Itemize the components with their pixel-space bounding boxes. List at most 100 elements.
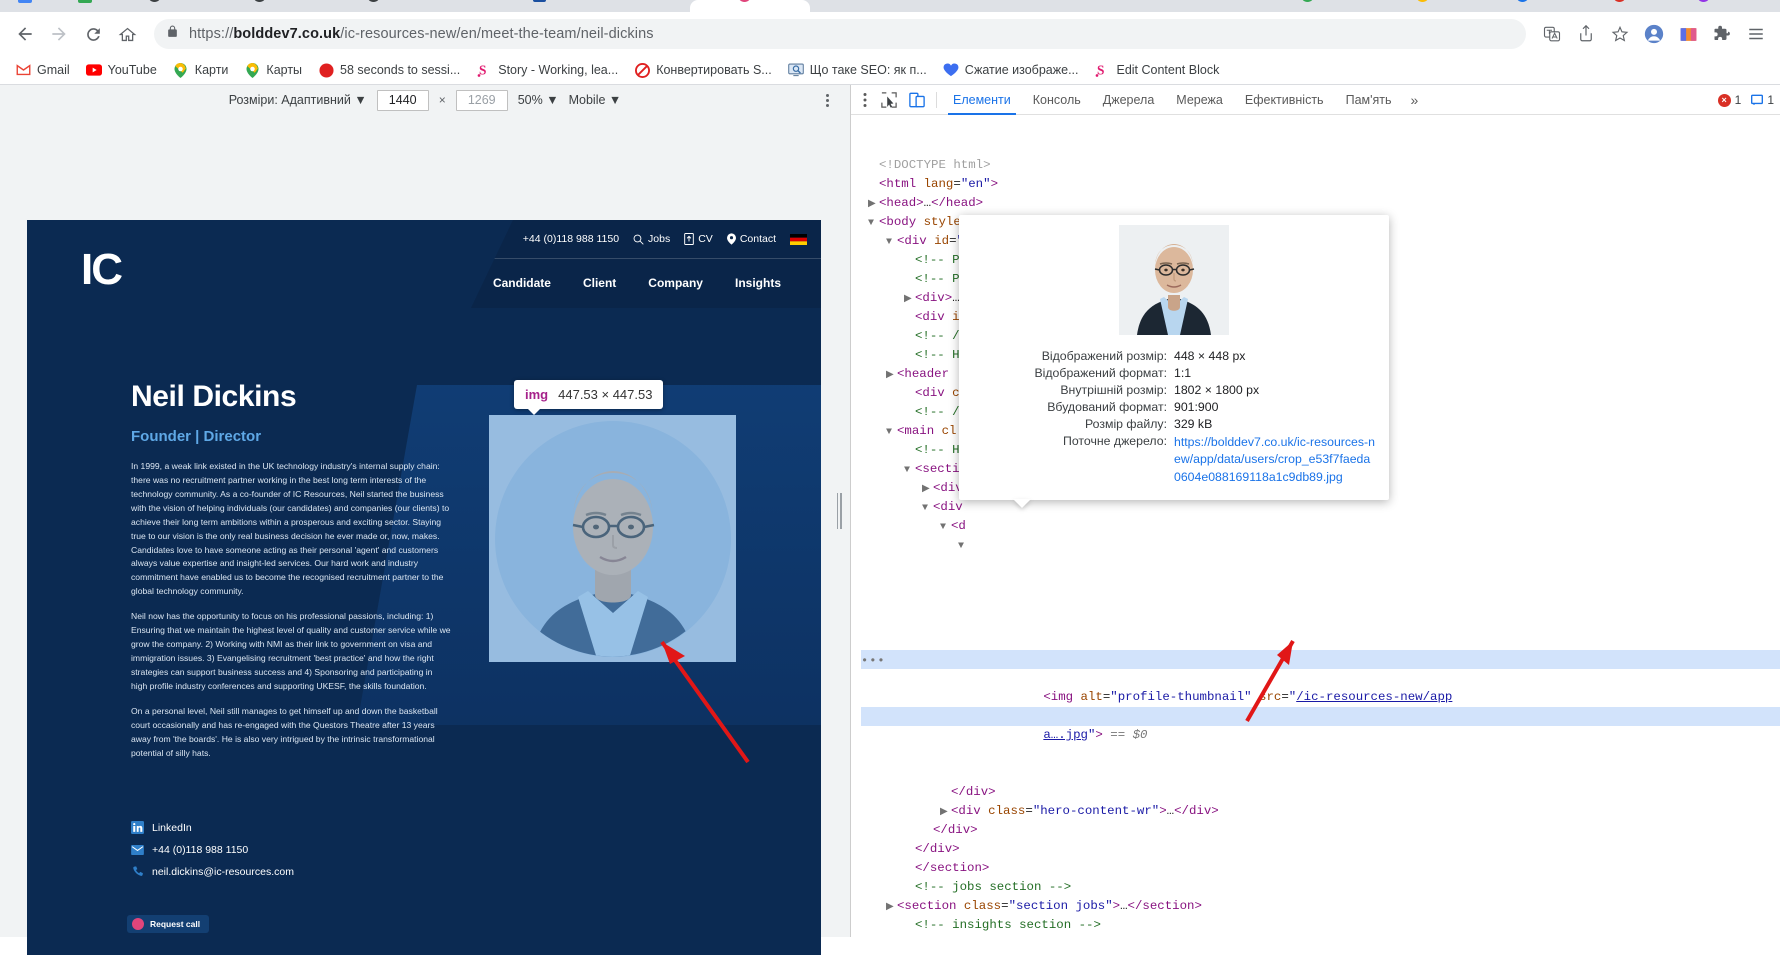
bookmark-58-seconds[interactable]: 58 seconds to sessi... bbox=[311, 59, 467, 81]
disclosure-triangle-closed-icon[interactable]: ▶ bbox=[886, 366, 897, 385]
disclosure-triangle-open-icon[interactable]: ▼ bbox=[940, 518, 951, 537]
site-phone[interactable]: +44 (0)118 988 1150 bbox=[523, 233, 619, 245]
disclosure-triangle-closed-icon[interactable]: ▶ bbox=[904, 290, 915, 309]
dom-line[interactable]: ▶ <head>…</head> bbox=[861, 194, 1780, 213]
workspace: Розміри: Адаптивний ▼ 1440 × 1269 50% ▼ … bbox=[0, 85, 1780, 955]
image-property-key: Розмір файлу: bbox=[1084, 416, 1167, 431]
address-bar[interactable]: https://bolddev7.co.uk/ic-resources-new/… bbox=[154, 19, 1526, 49]
tab-favicon bbox=[18, 0, 32, 3]
disclosure-triangle-open-icon[interactable]: ▼ bbox=[886, 233, 897, 252]
device-toolbar-icon[interactable] bbox=[903, 87, 931, 113]
palette-icon[interactable] bbox=[1674, 20, 1702, 48]
tab-network[interactable]: Мережа bbox=[1165, 85, 1234, 115]
more-tabs-chevron-icon[interactable]: » bbox=[1403, 92, 1427, 108]
browser-menu-icon[interactable] bbox=[1742, 20, 1770, 48]
tab-sources[interactable]: Джерела bbox=[1092, 85, 1166, 115]
dom-selected-node-line-2[interactable]: a….jpg"> == $0 bbox=[861, 707, 1780, 742]
dom-line[interactable]: </div> bbox=[861, 821, 1780, 840]
contact-phone[interactable]: +44 (0)118 988 1150 bbox=[131, 843, 294, 856]
bookmark-youtube[interactable]: YouTube bbox=[79, 59, 164, 81]
site-util-jobs[interactable]: Jobs bbox=[633, 233, 670, 245]
disclosure-triangle-open-icon[interactable]: ▼ bbox=[904, 461, 915, 480]
dom-line[interactable]: <!-- insights section --> bbox=[861, 916, 1780, 935]
forward-button[interactable] bbox=[44, 19, 74, 49]
bookmark-edit-content-block[interactable]: S Edit Content Block bbox=[1087, 59, 1226, 81]
disclosure-triangle-open-icon[interactable]: ▼ bbox=[868, 214, 879, 233]
star-icon[interactable] bbox=[1606, 20, 1634, 48]
tab-favicon bbox=[78, 0, 92, 3]
disclosure-triangle-closed-icon[interactable]: ▶ bbox=[922, 480, 933, 499]
bookmark-karty-ua[interactable]: Карти bbox=[166, 59, 236, 81]
browser-tab[interactable] bbox=[690, 0, 810, 12]
tab-favicon bbox=[148, 0, 161, 2]
german-flag-icon[interactable] bbox=[790, 233, 807, 245]
tab-performance[interactable]: Ефективність bbox=[1234, 85, 1335, 115]
image-property-value[interactable]: https://bolddev7.co.uk/ic-resources-new/… bbox=[1174, 432, 1377, 488]
home-button[interactable] bbox=[112, 19, 142, 49]
bookmark-compress-image[interactable]: Сжатие изображе... bbox=[936, 59, 1086, 81]
bookmarks-bar[interactable]: Gmail YouTube Карти Карты 58 seconds to … bbox=[0, 56, 1780, 85]
maps-pin-icon bbox=[173, 62, 189, 78]
dom-selected-node-line-1[interactable]: ••• <img alt="profile-thumbnail" src="/i… bbox=[861, 650, 1780, 704]
dom-line[interactable]: </div> bbox=[861, 840, 1780, 859]
reload-button[interactable] bbox=[78, 19, 108, 49]
dimensions-dropdown[interactable]: Розміри: Адаптивний ▼ bbox=[229, 93, 367, 107]
request-call-button[interactable]: Request call bbox=[127, 915, 210, 933]
dom-line[interactable] bbox=[861, 555, 1780, 574]
dom-line[interactable]: ▶ <div class="hero-content-wr">…</div> bbox=[861, 802, 1780, 821]
message-counter[interactable]: 1 bbox=[1751, 93, 1774, 107]
site-main-nav[interactable]: Candidate Client Company Insights bbox=[493, 258, 811, 308]
dom-line[interactable]: ▼ <div bbox=[861, 498, 1780, 517]
translate-icon[interactable] bbox=[1538, 20, 1566, 48]
dom-line[interactable]: <!DOCTYPE html> bbox=[861, 156, 1780, 175]
nav-item-client[interactable]: Client bbox=[583, 276, 616, 290]
lock-icon bbox=[166, 25, 179, 43]
disclosure-triangle-open-icon[interactable]: ▼ bbox=[922, 499, 933, 518]
bookmark-seo[interactable]: Що таке SEO: як п... bbox=[781, 59, 934, 81]
disclosure-triangle-closed-icon[interactable]: ▶ bbox=[940, 803, 951, 822]
nav-item-insights[interactable]: Insights bbox=[735, 276, 781, 290]
bookmark-gmail[interactable]: Gmail bbox=[8, 59, 77, 81]
device-type-dropdown[interactable]: Mobile ▼ bbox=[569, 93, 622, 107]
dom-line[interactable]: <html lang="en"> bbox=[861, 175, 1780, 194]
dom-line[interactable]: ▼ bbox=[861, 536, 1780, 555]
dom-line[interactable]: </div> bbox=[861, 783, 1780, 802]
site-util-cv[interactable]: CV bbox=[684, 233, 713, 245]
devtools-kebab-icon[interactable] bbox=[855, 87, 875, 113]
tab-console[interactable]: Консоль bbox=[1022, 85, 1092, 115]
back-button[interactable] bbox=[10, 19, 40, 49]
viewport-resize-handle[interactable] bbox=[834, 493, 844, 529]
site-logo[interactable]: IC bbox=[81, 245, 123, 295]
viewport-height-input[interactable]: 1269 bbox=[455, 89, 508, 111]
tab-strip[interactable] bbox=[0, 0, 1780, 12]
inspect-cursor-icon[interactable] bbox=[875, 87, 903, 113]
disclosure-triangle-closed-icon[interactable]: ▶ bbox=[868, 195, 879, 214]
bookmark-story[interactable]: S Story - Working, lea... bbox=[469, 59, 625, 81]
image-property-row: Відображений розмір: 448 × 448 px bbox=[971, 347, 1377, 364]
dom-line[interactable]: ▶ <section class="section jobs">…</sectio… bbox=[861, 897, 1780, 916]
dom-line[interactable]: <!-- jobs section --> bbox=[861, 878, 1780, 897]
bookmark-convert[interactable]: Конвертировать S... bbox=[627, 59, 779, 81]
error-counter[interactable]: × 1 bbox=[1717, 93, 1741, 107]
dom-line[interactable]: </section> bbox=[861, 859, 1780, 878]
contact-linkedin[interactable]: LinkedIn bbox=[131, 821, 294, 834]
tab-elements[interactable]: Елементи bbox=[942, 85, 1022, 115]
viewport-width-input[interactable]: 1440 bbox=[376, 89, 429, 111]
contact-email[interactable]: neil.dickins@ic-resources.com bbox=[131, 865, 294, 878]
disclosure-triangle-closed-icon[interactable]: ▶ bbox=[886, 898, 897, 917]
image-property-row: Внутрішній розмір: 1802 × 1800 px bbox=[971, 381, 1377, 398]
profile-avatar-icon[interactable] bbox=[1640, 20, 1668, 48]
bookmark-karty-ru[interactable]: Карты bbox=[237, 59, 309, 81]
bio-paragraph-3: On a personal level, Neil still manages … bbox=[131, 705, 438, 758]
nav-item-company[interactable]: Company bbox=[648, 276, 703, 290]
tab-memory[interactable]: Пам'ять bbox=[1335, 85, 1403, 115]
disclosure-triangle-open-icon[interactable]: ▼ bbox=[958, 537, 969, 556]
device-options-kebab-icon[interactable] bbox=[818, 91, 836, 109]
zoom-dropdown[interactable]: 50% ▼ bbox=[518, 93, 559, 107]
disclosure-triangle-open-icon[interactable]: ▼ bbox=[886, 423, 897, 442]
nav-item-candidate[interactable]: Candidate bbox=[493, 276, 551, 290]
extensions-icon[interactable] bbox=[1708, 20, 1736, 48]
site-util-contact[interactable]: Contact bbox=[726, 233, 776, 245]
dom-line[interactable]: ▼ <d bbox=[861, 517, 1780, 536]
share-icon[interactable] bbox=[1572, 20, 1600, 48]
